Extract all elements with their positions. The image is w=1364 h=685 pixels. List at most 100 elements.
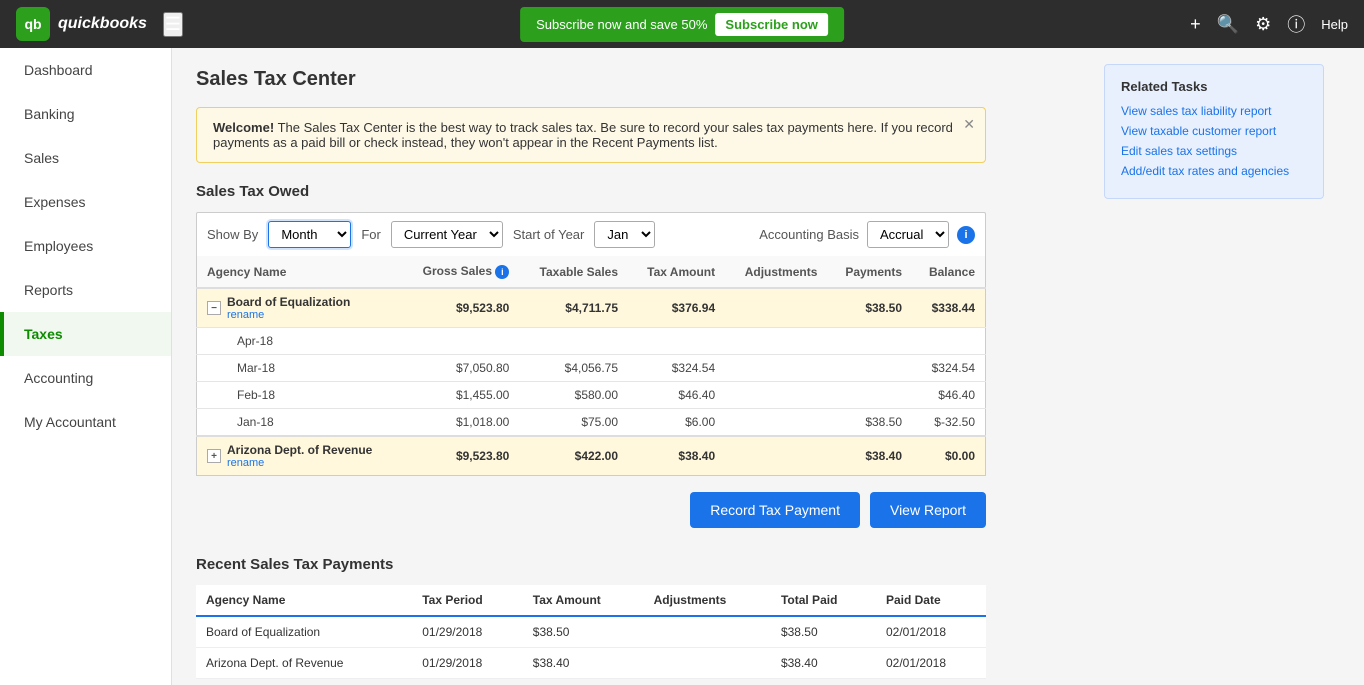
recent-total-paid: $38.50: [771, 616, 876, 648]
sidebar-item-sales[interactable]: Sales: [0, 136, 171, 180]
recent-agency: Arizona Dept. of Revenue: [196, 648, 412, 679]
month-adjustments: [725, 382, 827, 409]
sales-tax-owed-section: Sales Tax Owed Show By Month Quarter Yea…: [196, 183, 986, 528]
settings-icon[interactable]: ⚙: [1255, 14, 1271, 35]
accounting-basis-area: Accounting Basis Accrual Cash i: [759, 221, 975, 248]
month-period: Jan-18: [197, 409, 402, 437]
table-row: Arizona Dept. of Revenue 01/29/2018 $38.…: [196, 648, 986, 679]
view-report-button[interactable]: View Report: [870, 492, 986, 528]
hamburger-button[interactable]: ☰: [163, 12, 183, 37]
recent-col-tax-amount: Tax Amount: [523, 585, 644, 616]
logo-area: qb quickbooks: [16, 7, 147, 41]
month-balance: $-32.50: [912, 409, 985, 437]
sidebar-item-my-accountant[interactable]: My Accountant: [0, 400, 171, 444]
info-icon[interactable]: i: [957, 226, 975, 244]
related-task-link-3[interactable]: Edit sales tax settings: [1121, 144, 1307, 158]
agency-payments: $38.50: [827, 288, 912, 328]
recent-tax-period: 01/29/2018: [412, 616, 523, 648]
recent-col-adjustments: Adjustments: [644, 585, 771, 616]
sidebar: Dashboard Banking Sales Expenses Employe…: [0, 48, 172, 685]
month-tax-amount: [628, 328, 725, 355]
month-balance: $324.54: [912, 355, 985, 382]
agency-name: Arizona Dept. of Revenue: [227, 443, 372, 457]
right-panel: Related Tasks View sales tax liability r…: [1084, 48, 1364, 685]
month-tax-amount: $324.54: [628, 355, 725, 382]
col-gross-sales: Gross Sales i: [402, 256, 520, 288]
related-tasks-panel: Related Tasks View sales tax liability r…: [1084, 48, 1344, 215]
month-gross-sales: [402, 328, 520, 355]
col-taxable-sales: Taxable Sales: [519, 256, 628, 288]
related-task-link-1[interactable]: View sales tax liability report: [1121, 104, 1307, 118]
help-icon[interactable]: ⓘ: [1287, 11, 1305, 37]
table-row: Feb-18 $1,455.00 $580.00 $46.40 $46.40: [197, 382, 986, 409]
month-tax-amount: $46.40: [628, 382, 725, 409]
recent-col-paid-date: Paid Date: [876, 585, 986, 616]
sidebar-item-expenses[interactable]: Expenses: [0, 180, 171, 224]
sidebar-item-taxes[interactable]: Taxes: [0, 312, 171, 356]
add-icon[interactable]: +: [1190, 14, 1201, 35]
recent-total-paid: $38.40: [771, 648, 876, 679]
quickbooks-logo-icon: qb: [16, 7, 50, 41]
sidebar-item-accounting[interactable]: Accounting: [0, 356, 171, 400]
welcome-text: The Sales Tax Center is the best way to …: [213, 120, 953, 150]
table-row: Mar-18 $7,050.80 $4,056.75 $324.54 $324.…: [197, 355, 986, 382]
agency-tax-amount: $38.40: [628, 436, 725, 476]
rename-link[interactable]: rename: [227, 457, 372, 469]
sidebar-item-dashboard[interactable]: Dashboard: [0, 48, 171, 92]
month-tax-amount: $6.00: [628, 409, 725, 437]
close-banner-button[interactable]: ✕: [963, 116, 975, 133]
table-row: − Board of Equalization rename $9,523.80…: [197, 288, 986, 328]
promo-subscribe-button[interactable]: Subscribe now: [715, 13, 827, 36]
for-select[interactable]: Current Year Last Year: [391, 221, 503, 248]
recent-col-tax-period: Tax Period: [412, 585, 523, 616]
accounting-basis-label: Accounting Basis: [759, 227, 859, 242]
col-payments: Payments: [827, 256, 912, 288]
sidebar-item-reports[interactable]: Reports: [0, 268, 171, 312]
start-of-year-label: Start of Year: [513, 227, 585, 242]
related-task-link-2[interactable]: View taxable customer report: [1121, 124, 1307, 138]
accounting-basis-select[interactable]: Accrual Cash: [867, 221, 949, 248]
month-balance: [912, 328, 985, 355]
collapse-button[interactable]: −: [207, 301, 221, 315]
sidebar-item-employees[interactable]: Employees: [0, 224, 171, 268]
tax-owed-table: Agency Name Gross Sales i Taxable Sales …: [196, 256, 986, 476]
month-gross-sales: $1,018.00: [402, 409, 520, 437]
recent-agency: Board of Equalization: [196, 616, 412, 648]
for-label: For: [361, 227, 381, 242]
month-adjustments: [725, 409, 827, 437]
agency-tax-amount: $376.94: [628, 288, 725, 328]
expand-button[interactable]: +: [207, 449, 221, 463]
recent-tax-amount: $38.50: [523, 616, 644, 648]
recent-col-total-paid: Total Paid: [771, 585, 876, 616]
col-balance: Balance: [912, 256, 985, 288]
help-label[interactable]: Help: [1321, 17, 1348, 32]
agency-gross-sales: $9,523.80: [402, 288, 520, 328]
month-balance: $46.40: [912, 382, 985, 409]
welcome-bold: Welcome!: [213, 120, 274, 135]
filter-bar: Show By Month Quarter Year For Current Y…: [196, 212, 986, 256]
table-row: Board of Equalization 01/29/2018 $38.50 …: [196, 616, 986, 648]
show-by-select[interactable]: Month Quarter Year: [268, 221, 351, 248]
recent-tax-period: 01/29/2018: [412, 648, 523, 679]
promo-text: Subscribe now and save 50%: [536, 17, 707, 32]
record-tax-payment-button[interactable]: Record Tax Payment: [690, 492, 860, 528]
related-task-link-4[interactable]: Add/edit tax rates and agencies: [1121, 164, 1307, 178]
content-area: Sales Tax Center Welcome! The Sales Tax …: [172, 48, 1084, 685]
sidebar-item-banking[interactable]: Banking: [0, 92, 171, 136]
month-period: Apr-18: [197, 328, 402, 355]
agency-name: Board of Equalization: [227, 295, 350, 309]
rename-link[interactable]: rename: [227, 309, 350, 321]
agency-name-cell: − Board of Equalization rename: [197, 288, 402, 328]
gross-sales-info-icon[interactable]: i: [495, 265, 509, 279]
recent-tax-amount: $38.40: [523, 648, 644, 679]
related-tasks-title: Related Tasks: [1121, 79, 1307, 94]
month-payments: [827, 328, 912, 355]
agency-taxable-sales: $4,711.75: [519, 288, 628, 328]
search-icon[interactable]: 🔍: [1217, 14, 1239, 35]
recent-paid-date: 02/01/2018: [876, 648, 986, 679]
agency-gross-sales: $9,523.80: [402, 436, 520, 476]
month-taxable-sales: $75.00: [519, 409, 628, 437]
table-row: Jan-18 $1,018.00 $75.00 $6.00 $38.50 $-3…: [197, 409, 986, 437]
start-of-year-select[interactable]: Jan Feb Mar: [594, 221, 655, 248]
month-payments: [827, 382, 912, 409]
